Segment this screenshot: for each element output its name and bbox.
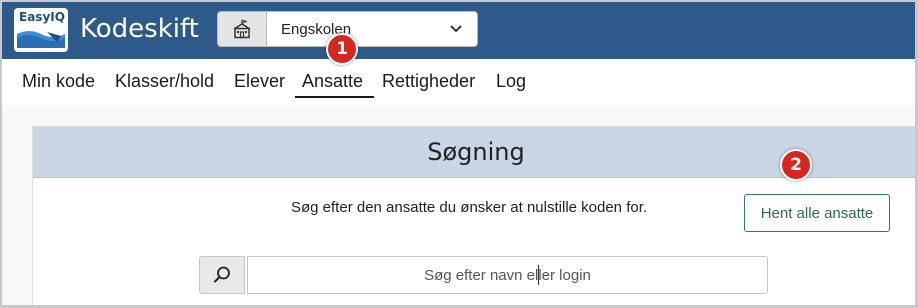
nav-log[interactable]: Log: [496, 71, 526, 92]
fetch-all-employees-button[interactable]: Hent alle ansatte: [744, 194, 890, 232]
step-badge-1: 1: [326, 33, 358, 65]
nav-min-kode[interactable]: Min kode: [22, 71, 95, 92]
chevron-down-icon: [450, 25, 462, 33]
app-window: EasyIQ Kodeskift Engskolen Min kode Klas…: [0, 0, 918, 308]
nav-active-indicator: [295, 96, 374, 98]
nav-rettigheder[interactable]: Rettigheder: [382, 71, 475, 92]
app-title: Kodeskift: [80, 14, 199, 44]
logo-wave-icon: [17, 31, 65, 48]
step-badge-2: 2: [780, 149, 812, 181]
main-nav: Min kode Klasser/hold Elever Ansatte Ret…: [2, 59, 915, 105]
school-button[interactable]: [217, 11, 267, 47]
search-input[interactable]: [247, 256, 768, 294]
top-header: EasyIQ Kodeskift Engskolen: [2, 2, 915, 59]
school-icon: [233, 19, 251, 39]
nav-klasser-hold[interactable]: Klasser/hold: [115, 71, 214, 92]
logo-text: EasyIQ: [19, 10, 65, 24]
search-button[interactable]: [199, 256, 245, 294]
search-icon: [214, 266, 230, 283]
nav-elever[interactable]: Elever: [234, 71, 285, 92]
easyiq-logo[interactable]: EasyIQ: [14, 8, 68, 52]
panel-description: Søg efter den ansatte du ønsker at nulst…: [291, 199, 648, 216]
nav-ansatte[interactable]: Ansatte: [302, 71, 363, 92]
text-cursor: [538, 265, 539, 285]
school-select[interactable]: Engskolen: [266, 11, 478, 47]
